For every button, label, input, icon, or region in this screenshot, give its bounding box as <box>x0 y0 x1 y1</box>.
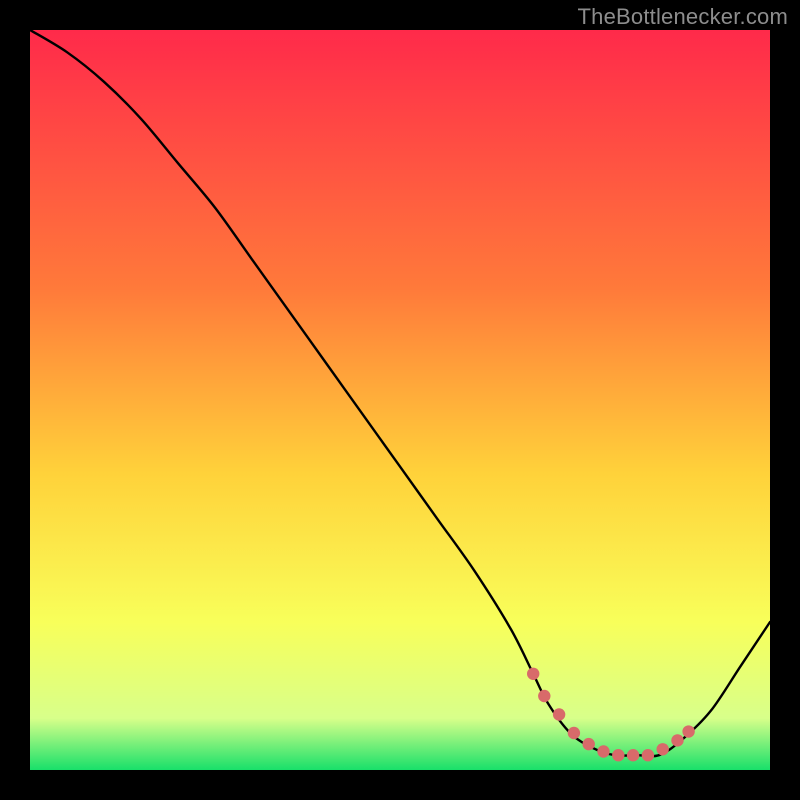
plot-area <box>30 30 770 770</box>
optimal-marker <box>538 690 550 702</box>
optimal-marker <box>627 749 639 761</box>
optimal-marker <box>671 734 683 746</box>
optimal-marker <box>583 738 595 750</box>
attribution-label: TheBottlenecker.com <box>578 4 788 30</box>
optimal-marker <box>612 749 624 761</box>
optimal-marker <box>527 668 539 680</box>
optimal-marker <box>568 727 580 739</box>
optimal-marker <box>657 743 669 755</box>
chart-svg <box>30 30 770 770</box>
chart-container: TheBottlenecker.com <box>0 0 800 800</box>
optimal-marker <box>597 745 609 757</box>
optimal-marker <box>642 749 654 761</box>
gradient-background <box>30 30 770 770</box>
optimal-marker <box>553 708 565 720</box>
optimal-marker <box>682 725 694 737</box>
